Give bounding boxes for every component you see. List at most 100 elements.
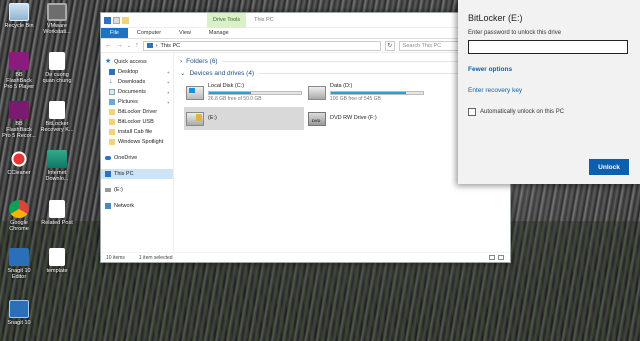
nav-item-downloads[interactable]: ↓ Downloads ✦ <box>101 77 173 87</box>
devices-group-header[interactable]: ⌄ Devices and drives (4) <box>180 69 504 77</box>
nav-item-this-pc[interactable]: This PC <box>101 169 173 179</box>
tab-file[interactable]: File <box>101 28 128 38</box>
hard-drive-icon <box>308 85 326 100</box>
chevron-right-icon: › <box>180 58 183 65</box>
drive-e[interactable]: (E:) <box>184 107 304 130</box>
desktop-icon-idm[interactable]: Internet Downlo... <box>40 150 74 182</box>
drive-free-space: 100 GB free of 545 GB <box>330 95 381 102</box>
ccleaner-icon <box>9 150 29 168</box>
bitlocker-prompt: Enter password to unlock this drive <box>468 30 562 36</box>
snagit-editor-icon <box>9 248 29 266</box>
nav-item-bitlocker-driver[interactable]: BitLocker Driver <box>101 107 173 117</box>
file-explorer-window: Drive Tools This PC File Computer View M… <box>100 12 511 263</box>
nav-item-e-drive[interactable]: (E:) <box>101 185 173 195</box>
new-folder-icon[interactable] <box>122 16 129 24</box>
checkbox-icon[interactable] <box>468 108 476 116</box>
tab-manage[interactable]: Manage <box>200 28 238 38</box>
drive-free-space: 26.8 GB free of 50.0 GB <box>208 95 262 102</box>
large-icons-view-icon[interactable] <box>498 255 504 260</box>
item-count: 10 items <box>106 254 125 261</box>
chrome-icon <box>9 200 29 218</box>
computer-icon <box>104 16 111 24</box>
drive-tools-label[interactable]: Drive Tools <box>207 12 247 28</box>
bitlocker-title: BitLocker (E:) <box>468 13 523 23</box>
auto-unlock-checkbox[interactable]: Automatically unlock on this PC <box>468 108 630 116</box>
unlock-button[interactable]: Unlock <box>589 159 629 175</box>
nav-item-onedrive[interactable]: OneDrive <box>101 153 173 163</box>
pin-icon: ✦ <box>166 69 170 75</box>
recovery-key-link[interactable]: Enter recovery key <box>468 87 630 94</box>
desktop-icon-flashback-recorder[interactable]: BB FlashBack Pro 5 Recor... <box>2 101 36 139</box>
refresh-icon[interactable]: ↻ <box>384 40 395 51</box>
folder-icon <box>109 109 115 115</box>
back-arrow-icon[interactable]: ← <box>105 42 112 49</box>
document-icon <box>49 200 65 218</box>
nav-item-bitlocker-usb[interactable]: BitLocker USB <box>101 117 173 127</box>
nav-item-documents[interactable]: Documents ✦ <box>101 87 173 97</box>
nav-item-quick-access[interactable]: ★ Quick access <box>101 57 173 67</box>
drive-name: Data (D:) <box>330 82 353 89</box>
drive-f[interactable]: DVD DVD RW Drive (F:) <box>306 107 426 130</box>
address-row: ← → ⌄ ↑ › This PC ↻ Search This PC ⌕ <box>101 39 510 53</box>
desktop-icon-bitlocker-recovery[interactable]: BitLocker Recovery K... <box>40 101 74 133</box>
vmware-icon <box>47 3 67 21</box>
desktop-icon-recycle-bin[interactable]: Recycle Bin <box>2 3 36 29</box>
ribbon-tabs: File Computer View Manage <box>101 28 510 39</box>
desktop-icon-vmware[interactable]: VMware Workstati... <box>40 3 74 35</box>
desktop-icon-de-cuong[interactable]: De cuong quan chung <box>40 52 74 84</box>
properties-icon[interactable] <box>113 16 120 24</box>
desktop-icon-chrome[interactable]: Google Chrome <box>2 200 36 232</box>
nav-item-desktop[interactable]: Desktop ✦ <box>101 67 173 77</box>
desktop-icon-related-post[interactable]: Related Post <box>40 200 74 226</box>
text-file-icon <box>49 101 65 119</box>
text-file-icon <box>49 248 65 266</box>
search-placeholder: Search This PC <box>402 42 442 49</box>
folder-icon <box>109 139 115 145</box>
address-location: This PC <box>160 42 181 49</box>
documents-icon <box>109 89 115 95</box>
desktop-icon <box>109 69 115 75</box>
title-bar: Drive Tools This PC <box>101 12 510 28</box>
pin-icon: ✦ <box>166 99 170 105</box>
details-view-icon[interactable] <box>489 255 495 260</box>
address-bar[interactable]: › This PC <box>142 40 381 51</box>
auto-unlock-label: Automatically unlock on this PC <box>480 109 565 115</box>
download-icon: ↓ <box>109 78 113 85</box>
drive-name: DVD RW Drive (F:) <box>330 115 377 121</box>
forward-arrow-icon[interactable]: → <box>116 42 123 49</box>
fewer-options-link[interactable]: Fewer options <box>468 66 630 73</box>
up-arrow-icon[interactable]: ↑ <box>135 42 139 49</box>
drive-name: Local Disk (C:) <box>208 82 245 89</box>
tab-view[interactable]: View <box>170 28 200 38</box>
drive-icon <box>105 188 111 192</box>
nav-item-pictures[interactable]: Pictures ✦ <box>101 97 173 107</box>
drives-grid: Local Disk (C:) 26.8 GB free of 50.0 GB … <box>184 81 504 130</box>
tab-computer[interactable]: Computer <box>128 28 170 38</box>
pictures-icon <box>109 99 115 105</box>
desktop-icon-snagit-editor[interactable]: Snagit 10 Editor <box>2 248 36 280</box>
status-bar: 10 items 1 item selected <box>101 252 510 262</box>
desktop-icon-template[interactable]: template <box>40 248 74 274</box>
nav-item-network[interactable]: Network <box>101 201 173 211</box>
lock-icon <box>196 113 202 121</box>
nav-item-windows-spotlight[interactable]: Windows Spotlight <box>101 137 173 147</box>
chevron-down-icon: ⌄ <box>180 70 186 77</box>
computer-icon <box>105 171 111 177</box>
idm-icon <box>47 150 67 168</box>
recent-locations-icon[interactable]: ⌄ <box>127 43 131 49</box>
folder-icon <box>109 129 115 135</box>
nav-item-install-cab-file[interactable]: install Cab file <box>101 127 173 137</box>
drive-d[interactable]: Data (D:) 100 GB free of 545 GB <box>306 81 426 104</box>
drive-c[interactable]: Local Disk (C:) 26.8 GB free of 50.0 GB <box>184 81 304 104</box>
pin-icon: ✦ <box>166 79 170 85</box>
desktop-icon-ccleaner[interactable]: CCleaner <box>2 150 36 176</box>
folder-icon <box>109 119 115 125</box>
desktop-icon-flashback-player[interactable]: BB FlashBack Pro 5 Player <box>2 52 36 90</box>
snagit-icon <box>9 300 29 318</box>
folders-group-header[interactable]: › Folders (6) <box>180 58 504 65</box>
view-buttons <box>489 255 504 260</box>
desktop-icon-snagit[interactable]: Snagit 10 <box>2 300 36 326</box>
locked-drive-icon <box>186 111 204 126</box>
document-icon <box>49 52 65 70</box>
password-field[interactable] <box>468 40 628 54</box>
